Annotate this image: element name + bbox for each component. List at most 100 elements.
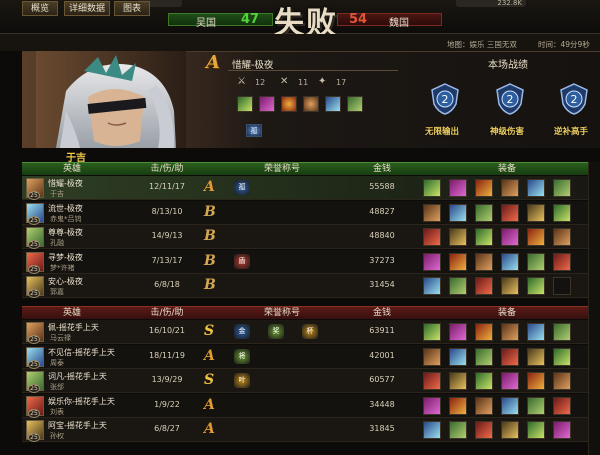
equipment-item-icon[interactable]	[423, 179, 441, 197]
player-name[interactable]: 安心-极夜	[48, 276, 83, 287]
equipment-item-icon[interactable]	[553, 323, 571, 341]
equipment-item-icon[interactable]	[423, 277, 441, 296]
equipment-item-icon[interactable]	[553, 179, 571, 197]
item-icon[interactable]	[303, 96, 319, 112]
equipment-item-icon[interactable]	[449, 203, 467, 222]
equipment-item-icon[interactable]	[527, 179, 545, 197]
equipment-item-icon[interactable]	[449, 228, 467, 247]
item-icon[interactable]	[259, 96, 275, 112]
equipment-item-icon[interactable]	[553, 277, 571, 296]
equipment-item-icon[interactable]	[475, 347, 493, 366]
tab-details[interactable]: 详细数据	[64, 1, 110, 16]
equipment-item-icon[interactable]	[527, 203, 545, 222]
equipment-item-icon[interactable]	[475, 323, 493, 341]
equipment-item-icon[interactable]	[449, 421, 467, 440]
player-name[interactable]: 惜耀-极夜	[48, 178, 83, 189]
honor-badge-icon[interactable]: 孤	[246, 124, 262, 137]
equipment-item-icon[interactable]	[449, 347, 467, 366]
equipment-item-icon[interactable]	[553, 347, 571, 366]
player-row[interactable]: 25 安心-极夜 郭嘉 6/8/18 B 31454	[22, 274, 600, 299]
equipment-item-icon[interactable]	[475, 372, 493, 391]
honor-badge-icon[interactable]: 叶	[234, 373, 250, 389]
equipment-item-icon[interactable]	[553, 372, 571, 391]
equipment-item-icon[interactable]	[501, 179, 519, 197]
equipment-item-icon[interactable]	[449, 179, 467, 197]
equipment-item-icon[interactable]	[475, 203, 493, 222]
equipment-item-icon[interactable]	[501, 372, 519, 391]
equipment-item-icon[interactable]	[527, 347, 545, 366]
item-icon[interactable]	[237, 96, 253, 112]
equipment-item-icon[interactable]	[449, 277, 467, 296]
player-row[interactable]: 25 惜耀-极夜 于吉 12/11/17 A 孤 55588	[22, 176, 600, 200]
shield-badge-icon[interactable]: 2	[428, 82, 462, 116]
equipment-item-icon[interactable]	[553, 228, 571, 247]
player-name[interactable]: 娱乐你-摇花手上天	[48, 396, 115, 407]
equipment-item-icon[interactable]	[475, 277, 493, 296]
player-name[interactable]: 佩-摇花手上天	[48, 322, 99, 333]
player-name[interactable]: 流世-极夜	[48, 203, 83, 214]
tab-overview[interactable]: 概览	[22, 1, 58, 16]
equipment-item-icon[interactable]	[475, 252, 493, 271]
equipment-item-icon[interactable]	[423, 252, 441, 271]
equipment-item-icon[interactable]	[475, 179, 493, 197]
equipment-item-icon[interactable]	[553, 396, 571, 415]
player-name[interactable]: 寻梦-极夜	[48, 252, 83, 263]
equipment-item-icon[interactable]	[527, 372, 545, 391]
equipment-item-icon[interactable]	[423, 396, 441, 415]
honor-badge-icon[interactable]: 将	[234, 348, 250, 364]
player-row[interactable]: 25 佩-摇花手上天 马云禄 16/10/21 S 金 奖 杯 63911	[22, 320, 600, 344]
equipment-item-icon[interactable]	[527, 323, 545, 341]
equipment-item-icon[interactable]	[527, 277, 545, 296]
honor-badge-icon[interactable]: 盾	[234, 253, 250, 269]
equipment-item-icon[interactable]	[423, 323, 441, 341]
honor-badge-icon[interactable]: 奖	[268, 324, 284, 339]
equipment-item-icon[interactable]	[449, 323, 467, 341]
item-icon[interactable]	[325, 96, 341, 112]
equipment-item-icon[interactable]	[553, 252, 571, 271]
equipment-item-icon[interactable]	[449, 372, 467, 391]
equipment-item-icon[interactable]	[423, 347, 441, 366]
item-icon[interactable]	[281, 96, 297, 112]
honor-badge-icon[interactable]: 杯	[302, 324, 318, 339]
player-row[interactable]: 25 阿宝-摇花手上天 孙权 6/8/27 A 31845	[22, 418, 600, 443]
player-row[interactable]: 25 不见信-摇花手上天 周泰 18/11/19 A 将 42001	[22, 344, 600, 369]
equipment-item-icon[interactable]	[501, 323, 519, 341]
equipment-item-icon[interactable]	[527, 228, 545, 247]
shield-badge-icon[interactable]: 2	[557, 82, 591, 116]
honor-badge-icon[interactable]: 孤	[234, 180, 250, 195]
equipment-item-icon[interactable]	[501, 203, 519, 222]
equipment-item-icon[interactable]	[501, 228, 519, 247]
player-name[interactable]: 阿宝-摇花手上天	[48, 420, 107, 431]
player-row[interactable]: 25 词凡-摇花手上天 张郃 13/9/29 S 叶 60577	[22, 369, 600, 394]
player-row[interactable]: 25 流世-极夜 赤鬼*吕钨 8/13/10 B 48827	[22, 200, 600, 225]
equipment-item-icon[interactable]	[527, 421, 545, 440]
equipment-item-icon[interactable]	[553, 203, 571, 222]
equipment-item-icon[interactable]	[449, 396, 467, 415]
equipment-item-icon[interactable]	[527, 396, 545, 415]
equipment-item-icon[interactable]	[423, 421, 441, 440]
item-icon[interactable]	[347, 96, 363, 112]
equipment-item-icon[interactable]	[501, 347, 519, 366]
equipment-item-icon[interactable]	[501, 277, 519, 296]
equipment-item-icon[interactable]	[423, 228, 441, 247]
player-name[interactable]: 不见信-摇花手上天	[48, 347, 115, 358]
equipment-item-icon[interactable]	[553, 421, 571, 440]
equipment-item-icon[interactable]	[527, 252, 545, 271]
player-row[interactable]: 25 娱乐你-摇花手上天 刘表 1/9/22 A 34448	[22, 393, 600, 418]
player-row[interactable]: 25 寻梦-极夜 梦*许褚 7/13/17 B 盾 37273	[22, 249, 600, 274]
player-row[interactable]: 25 尊尊-极夜 孔融 14/9/13 B 48840	[22, 225, 600, 250]
honor-badge-icon[interactable]: 金	[234, 324, 250, 339]
equipment-item-icon[interactable]	[501, 252, 519, 271]
equipment-item-icon[interactable]	[449, 252, 467, 271]
equipment-item-icon[interactable]	[475, 421, 493, 440]
equipment-item-icon[interactable]	[475, 396, 493, 415]
player-name[interactable]: 尊尊-极夜	[48, 227, 83, 238]
equipment-item-icon[interactable]	[475, 228, 493, 247]
equipment-item-icon[interactable]	[423, 203, 441, 222]
equipment-item-icon[interactable]	[501, 421, 519, 440]
tab-chart[interactable]: 图表	[114, 1, 150, 16]
shield-badge-icon[interactable]: 2	[493, 82, 527, 116]
player-name[interactable]: 词凡-摇花手上天	[48, 371, 107, 382]
equipment-item-icon[interactable]	[501, 396, 519, 415]
equipment-item-icon[interactable]	[423, 372, 441, 391]
